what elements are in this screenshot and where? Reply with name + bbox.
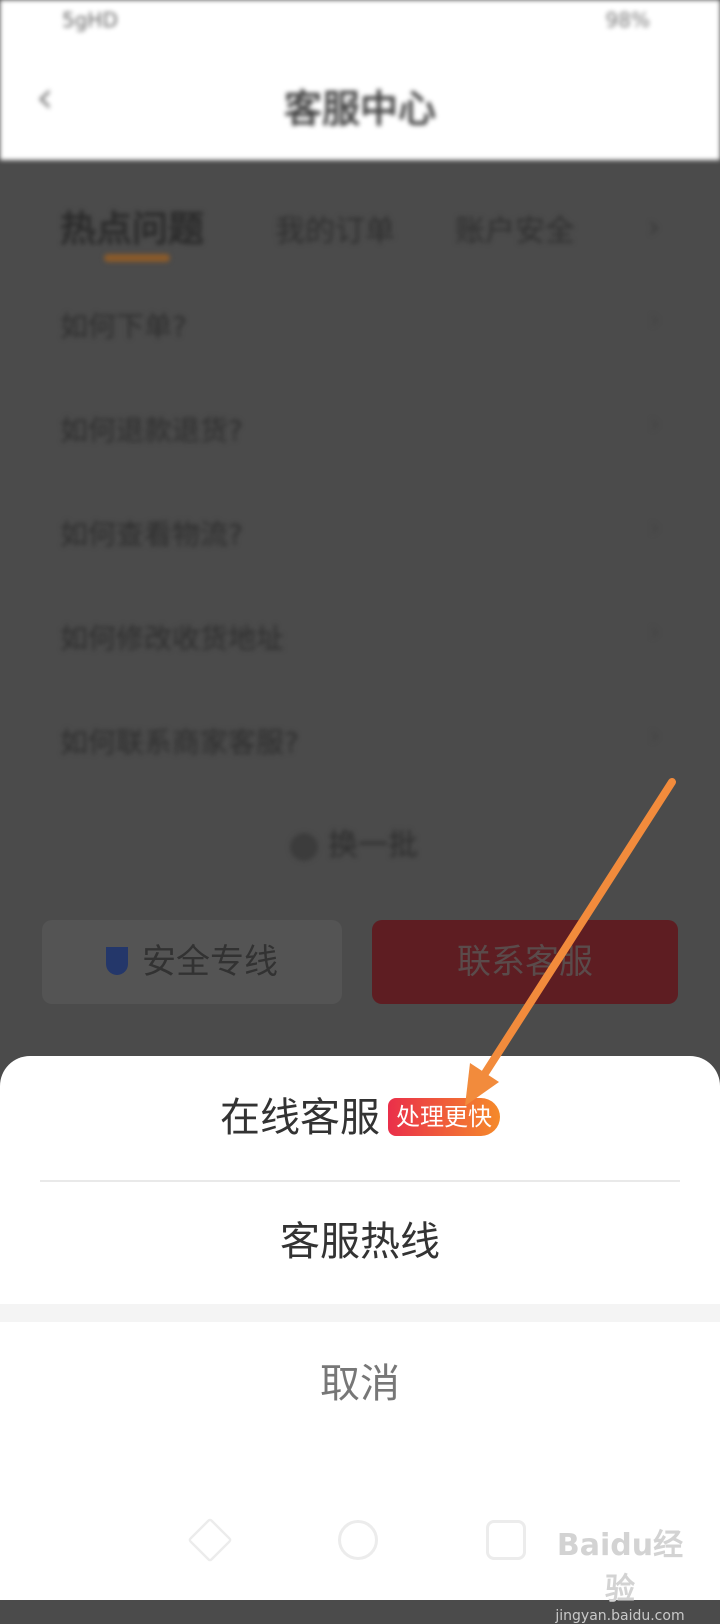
secure-line-label: 安全专线	[142, 942, 278, 982]
page-title: 客服中心	[283, 87, 436, 131]
tab-account-security[interactable]: 账户安全	[455, 206, 575, 250]
watermark-url: jingyan.baidu.com	[555, 1608, 685, 1624]
nav-recents-icon[interactable]	[486, 1520, 526, 1560]
chevron-right-icon: ›	[649, 513, 660, 543]
chevron-right-icon: ›	[649, 617, 660, 647]
online-service-label: 在线客服	[220, 1095, 380, 1141]
refresh-label: 换一批	[328, 828, 418, 863]
section-gap	[0, 1304, 720, 1322]
hotline-option[interactable]: 客服热线	[0, 1180, 720, 1304]
status-bar-signal: 5gHD	[62, 8, 118, 32]
list-item[interactable]: 如何联系商家客服? ›	[60, 721, 660, 825]
contact-service-button[interactable]: 联系客服	[372, 920, 678, 1004]
list-item[interactable]: 如何退款退货? ›	[60, 409, 660, 513]
list-item[interactable]: 如何查看物流? ›	[60, 513, 660, 617]
faster-badge: 处理更快	[388, 1098, 500, 1136]
faq-question: 如何联系商家客服?	[60, 726, 299, 759]
tab-my-orders[interactable]: 我的订单	[275, 206, 395, 250]
watermark-logo: Baidu经验	[556, 1528, 684, 1607]
chevron-right-icon: ›	[649, 409, 660, 439]
refresh-icon	[290, 832, 318, 861]
faq-question: 如何查看物流?	[60, 518, 243, 551]
refresh-questions-button[interactable]: 换一批	[290, 820, 418, 864]
faq-list: 如何下单? › 如何退款退货? › 如何查看物流? › 如何修改收货地址 › 如…	[60, 305, 660, 825]
category-tabs: 热点问题 我的订单 账户安全 ›	[60, 200, 680, 270]
baidu-watermark: Baidu经验 jingyan.baidu.com	[550, 1520, 690, 1624]
nav-back-icon[interactable]	[187, 1517, 233, 1563]
faq-question: 如何下单?	[60, 310, 187, 343]
tab-active-indicator	[104, 254, 170, 262]
tabs-more-chevron-icon[interactable]: ›	[648, 210, 660, 245]
cancel-button[interactable]: 取消	[0, 1322, 720, 1446]
list-item[interactable]: 如何下单? ›	[60, 305, 660, 409]
secure-line-button[interactable]: 安全专线	[42, 920, 342, 1004]
tab-hot-questions[interactable]: 热点问题	[60, 200, 204, 252]
page-header: 5gHD 98% ‹ 客服中心	[0, 0, 720, 160]
faq-question: 如何退款退货?	[60, 414, 243, 447]
status-bar-battery: 98%	[605, 8, 650, 32]
contact-service-label: 联系客服	[457, 942, 593, 982]
nav-home-icon[interactable]	[338, 1520, 378, 1560]
faq-question: 如何修改收货地址	[60, 622, 285, 655]
chevron-right-icon: ›	[649, 305, 660, 335]
online-service-option[interactable]: 在线客服 处理更快	[0, 1056, 720, 1180]
shield-icon	[106, 947, 128, 975]
list-item[interactable]: 如何修改收货地址 ›	[60, 617, 660, 721]
chevron-right-icon: ›	[649, 721, 660, 751]
